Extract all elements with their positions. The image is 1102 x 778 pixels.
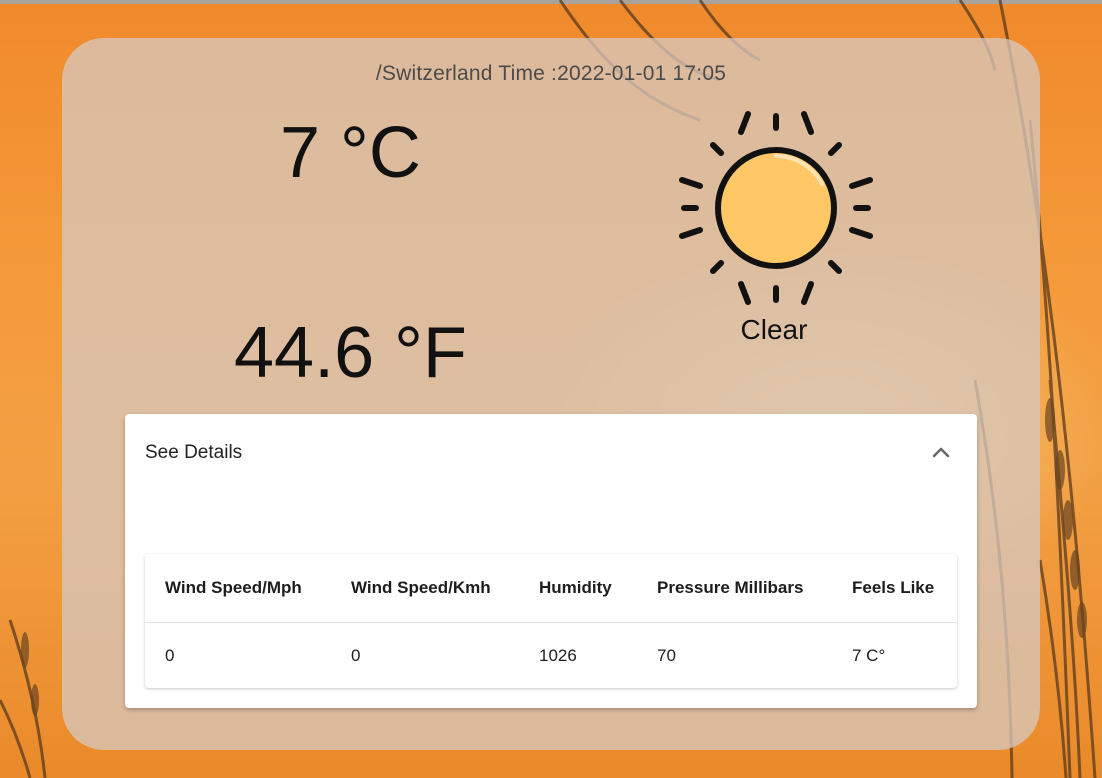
location-time: /Switzerland Time :2022-01-01 17:05 <box>375 62 727 85</box>
chevron-up-icon[interactable] <box>931 444 951 460</box>
column-header-wind-mph: Wind Speed/Mph <box>145 554 331 623</box>
column-header-wind-kmh: Wind Speed/Kmh <box>331 554 519 623</box>
cell-feels-like: 7 C° <box>852 645 886 665</box>
details-table-container: Wind Speed/Mph Wind Speed/Kmh Humidity P… <box>145 554 957 688</box>
cell-humidity: 1026 <box>539 645 577 665</box>
weather-condition: Clear <box>740 314 808 345</box>
details-table: Wind Speed/Mph Wind Speed/Kmh Humidity P… <box>145 554 957 688</box>
column-header-feels-like: Feels Like <box>832 554 957 623</box>
table-row: 0 0 1026 70 7 C° <box>145 623 957 689</box>
weather-card: /Switzerland Time :2022-01-01 17:05 7 °C… <box>62 38 1040 750</box>
cell-wind-mph: 0 <box>165 645 175 665</box>
column-header-humidity: Humidity <box>519 554 637 623</box>
temperature-fahrenheit: 44.6 °F <box>234 313 467 393</box>
temperature-celsius: 7 °C <box>280 113 421 193</box>
details-toggle-label[interactable]: See Details <box>145 442 242 464</box>
cell-pressure: 70 <box>657 645 676 665</box>
table-header-row: Wind Speed/Mph Wind Speed/Kmh Humidity P… <box>145 554 957 623</box>
column-header-pressure: Pressure Millibars <box>637 554 832 623</box>
sun-icon <box>679 111 873 305</box>
cell-wind-kmh: 0 <box>351 645 361 665</box>
details-accordion: See Details Wind Speed/Mph Wind Speed/Km… <box>125 414 977 708</box>
